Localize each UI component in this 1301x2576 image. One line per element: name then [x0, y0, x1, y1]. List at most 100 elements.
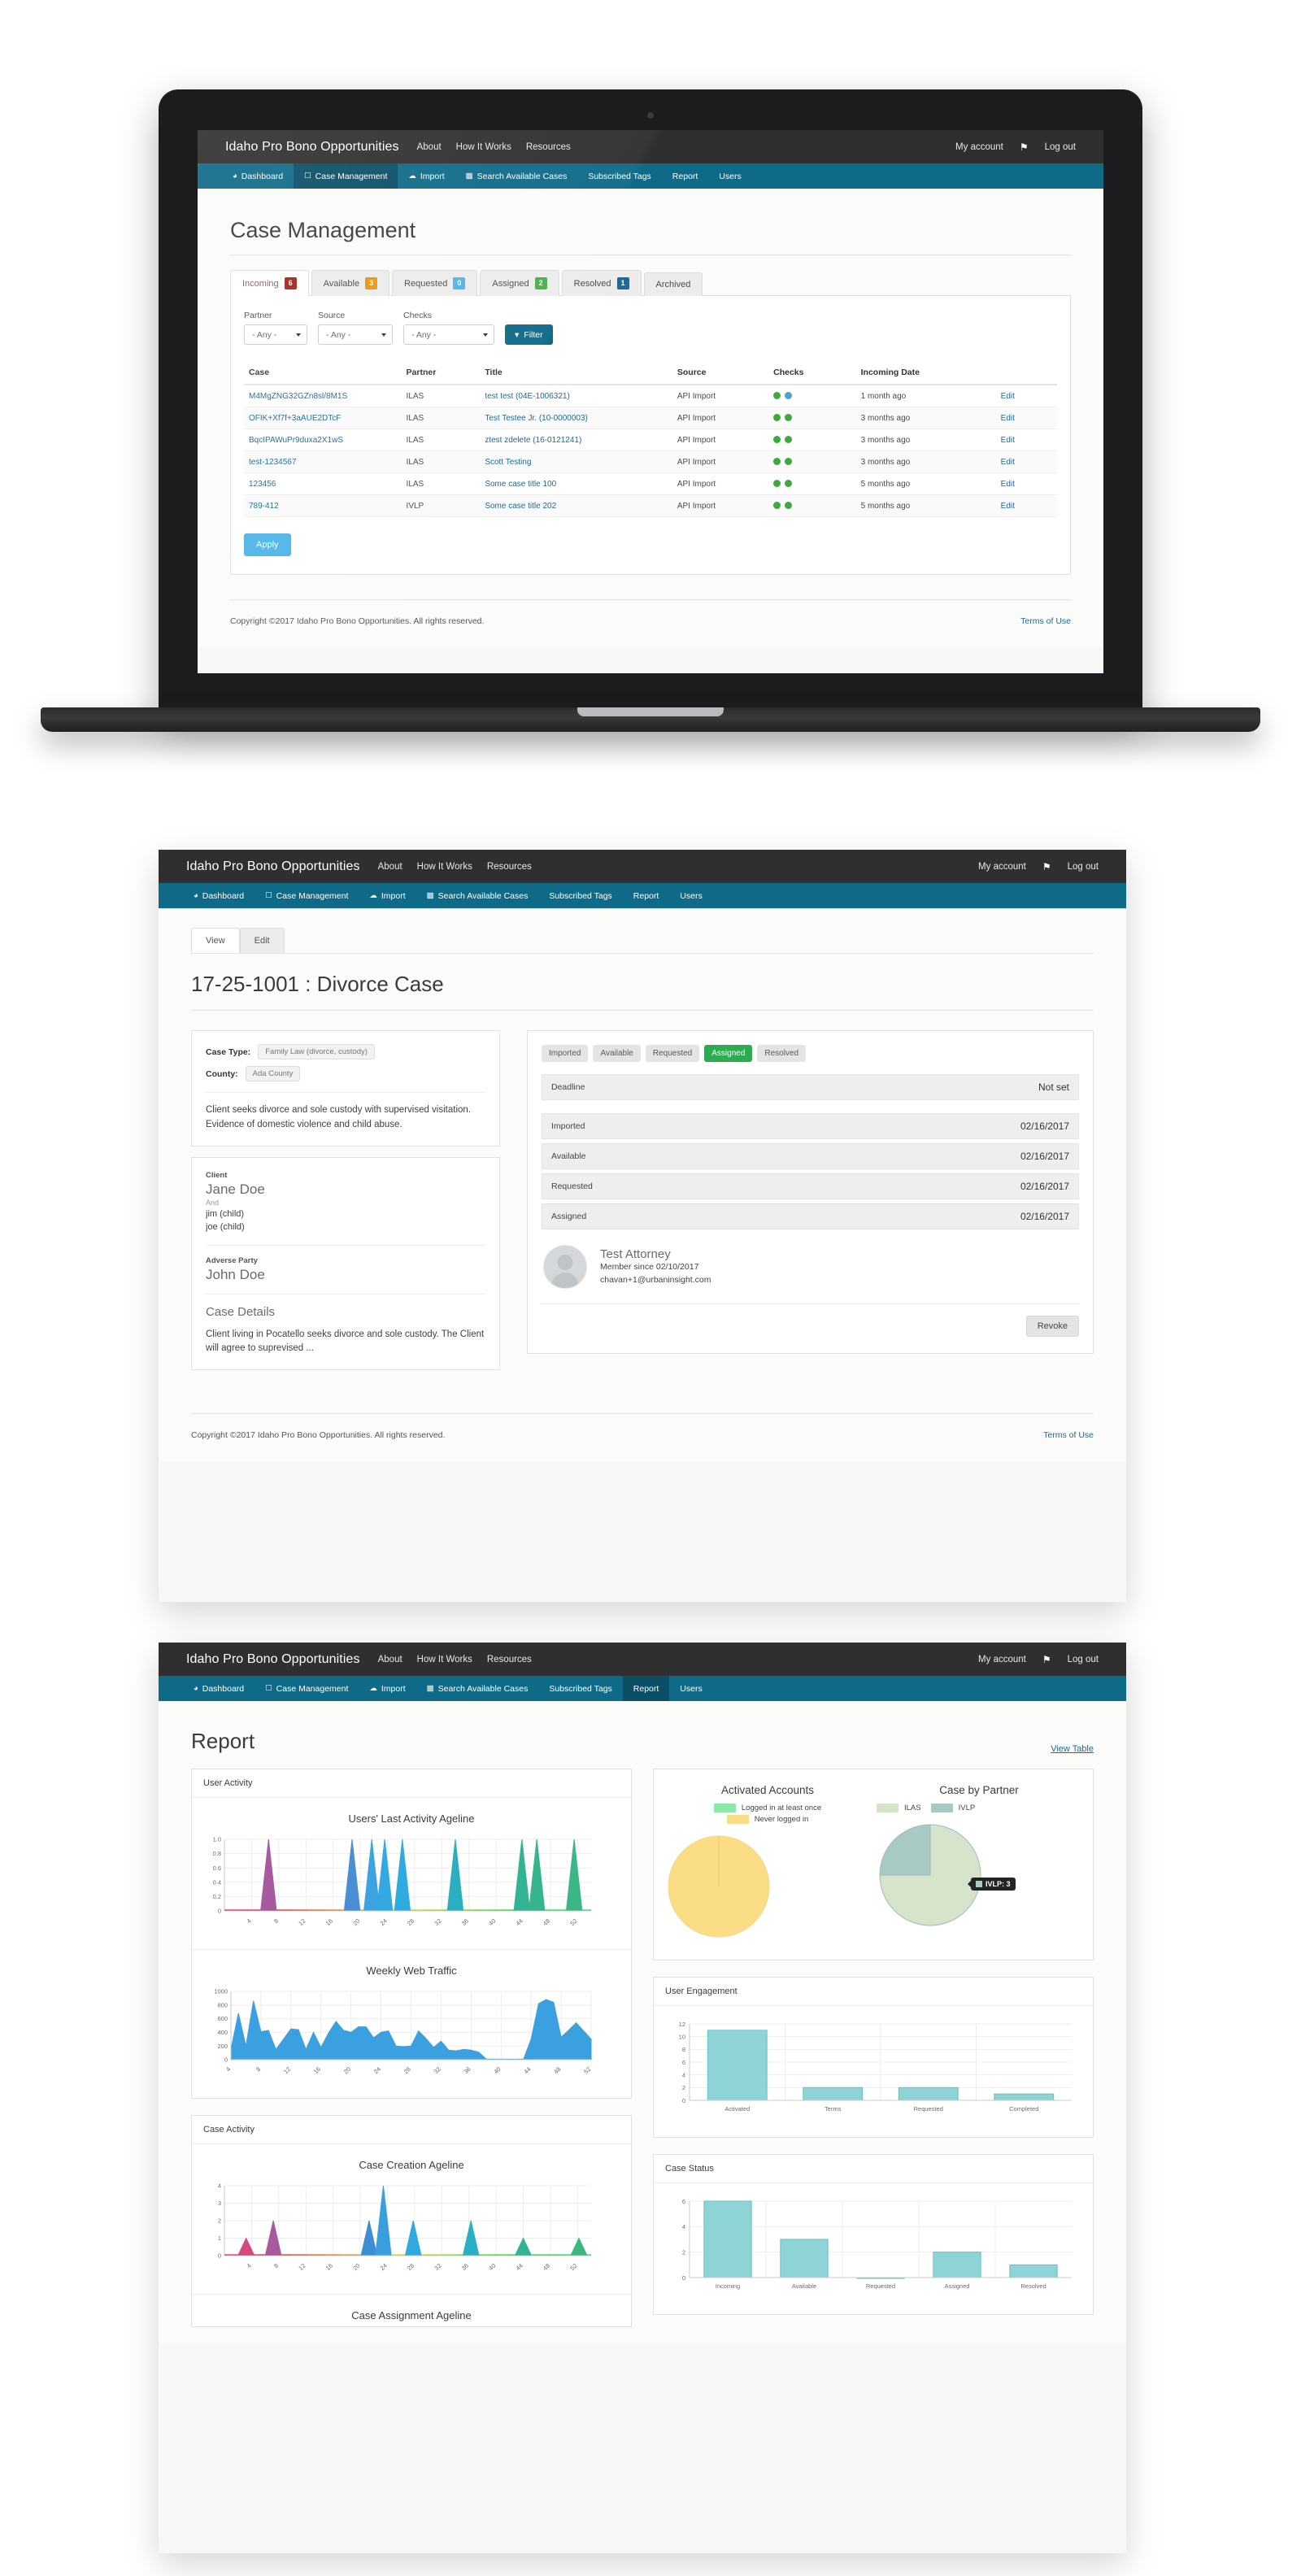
table-row[interactable]: BqcIPAWuPr9duxa2X1wS ILAS ztest zdelete (1… [244, 429, 1057, 451]
table-row[interactable]: test-1234567 ILAS Scott Testing API Import 3… [244, 450, 1057, 473]
case-link[interactable]: 123456 [249, 480, 276, 489]
th-case[interactable]: Case [244, 361, 402, 385]
tab-requested[interactable]: Requested 0 [392, 270, 478, 296]
nav-search-available-cases[interactable]: ▩ Search Available Cases [416, 883, 539, 908]
bell-icon[interactable]: ⚑ [1020, 141, 1029, 153]
apply-button[interactable]: Apply [244, 533, 291, 556]
nav-search-available-cases[interactable]: ▩ Search Available Cases [455, 163, 578, 189]
nav-report[interactable]: Report [662, 163, 709, 189]
case-title-link[interactable]: Test Testee Jr. (10-0000003) [485, 414, 588, 423]
source-filter-select[interactable]: - Any - [318, 324, 393, 345]
chart-activated-accounts-pie[interactable] [665, 1830, 870, 1947]
case-link[interactable]: M4MgZNG32GZn8sl/8M1S [249, 392, 347, 401]
tab-resolved[interactable]: Resolved 1 [561, 270, 642, 296]
th-title[interactable]: Title [480, 361, 672, 385]
nav-import[interactable]: ☁ Import [359, 883, 416, 908]
chart-case-status-bars[interactable]: 0 2 4 6 Incoming Available Requested Assigned Re… [665, 2193, 1081, 2301]
nav-report[interactable]: Report [622, 1676, 670, 1701]
logout-link[interactable]: Log out [1045, 142, 1076, 152]
partner-filter-select[interactable]: - Any - [244, 324, 307, 345]
nav-import[interactable]: ☁ Import [359, 1676, 416, 1701]
nav-subscribed-tags[interactable]: Subscribed Tags [538, 1676, 622, 1701]
chart-case-creation-ageline[interactable]: 0 1 2 3 4 4 8 12 16 20 24 28 32 36 40 44 48 52 [203, 2179, 620, 2281]
case-title-link[interactable]: Scott Testing [485, 458, 531, 467]
case-link[interactable]: OFIK+Xf7f+3aAUE2DTcF [249, 414, 341, 423]
tab-incoming[interactable]: Incoming 6 [230, 270, 309, 296]
table-row[interactable]: 789-412 IVLP Some case title 202 API Import… [244, 494, 1057, 517]
case-link[interactable]: test-1234567 [249, 458, 296, 467]
site-brand[interactable]: Idaho Pro Bono Opportunities [186, 859, 360, 874]
tab-available[interactable]: Available 3 [311, 270, 390, 296]
logout-link[interactable]: Log out [1068, 1655, 1099, 1664]
nav-case-management[interactable]: ☐ Case Management [255, 1676, 359, 1701]
bell-icon[interactable]: ⚑ [1042, 1654, 1051, 1665]
th-checks[interactable]: Checks [768, 361, 856, 385]
th-source[interactable]: Source [672, 361, 769, 385]
checks-filter-select[interactable]: - Any - [403, 324, 494, 345]
topnav-how-it-works[interactable]: How It Works [456, 142, 511, 152]
table-row[interactable]: M4MgZNG32GZn8sl/8M1S ILAS test test (04E-1… [244, 385, 1057, 407]
logout-link[interactable]: Log out [1068, 862, 1099, 872]
topnav-about[interactable]: About [378, 862, 402, 872]
nav-subscribed-tags[interactable]: Subscribed Tags [577, 163, 661, 189]
my-account-link[interactable]: My account [978, 862, 1026, 872]
tab-archived[interactable]: Archived [643, 272, 703, 296]
chart-user-engagement-bars[interactable]: 0 2 4 6 8 10 12 Activated Terms Requested Complete… [665, 2016, 1081, 2124]
site-brand[interactable]: Idaho Pro Bono Opportunities [225, 140, 399, 154]
my-account-link[interactable]: My account [978, 1655, 1026, 1664]
table-row[interactable]: OFIK+Xf7f+3aAUE2DTcF ILAS Test Testee Jr. … [244, 407, 1057, 429]
topnav-resources[interactable]: Resources [526, 142, 571, 152]
nav-users[interactable]: Users [708, 163, 751, 189]
topnav-how-it-works[interactable]: How It Works [417, 862, 472, 872]
chip-imported[interactable]: Imported [542, 1045, 589, 1062]
edit-link[interactable]: Edit [1001, 502, 1015, 511]
edit-link[interactable]: Edit [1001, 392, 1015, 401]
edit-link[interactable]: Edit [1001, 414, 1015, 423]
chip-requested[interactable]: Requested [645, 1045, 700, 1062]
terms-of-use-link[interactable]: Terms of Use [1043, 1430, 1094, 1440]
topnav-resources[interactable]: Resources [487, 862, 532, 872]
nav-search-available-cases[interactable]: ▩ Search Available Cases [416, 1676, 539, 1701]
view-table-link[interactable]: View Table [1051, 1744, 1094, 1754]
nav-report[interactable]: Report [623, 883, 670, 908]
topnav-about[interactable]: About [417, 142, 442, 152]
case-title-link[interactable]: Some case title 100 [485, 480, 556, 489]
nav-import[interactable]: ☁ Import [398, 163, 455, 189]
nav-case-management[interactable]: ☐ Case Management [294, 163, 398, 189]
filter-button[interactable]: ▾ Filter [505, 324, 553, 345]
nav-dashboard[interactable]: ◕ Dashboard [183, 1676, 255, 1701]
revoke-button[interactable]: Revoke [1025, 1316, 1079, 1337]
topnav-about[interactable]: About [378, 1655, 402, 1664]
site-brand[interactable]: Idaho Pro Bono Opportunities [186, 1652, 360, 1667]
nav-users[interactable]: Users [669, 1676, 712, 1701]
nav-dashboard[interactable]: ◕ Dashboard [222, 163, 294, 189]
case-link[interactable]: BqcIPAWuPr9duxa2X1wS [249, 436, 343, 445]
case-title-link[interactable]: ztest zdelete (16-0121241) [485, 436, 581, 445]
topnav-how-it-works[interactable]: How It Works [417, 1655, 472, 1664]
nav-subscribed-tags[interactable]: Subscribed Tags [538, 883, 622, 908]
edit-link[interactable]: Edit [1001, 480, 1015, 489]
case-link[interactable]: 789-412 [249, 502, 279, 511]
chart-weekly-web-traffic[interactable]: 0 200 400 600 800 1000 4 8 12 16 20 24 28 32 36 40 44 48 5… [203, 1985, 620, 2085]
th-incoming-date[interactable]: Incoming Date [855, 361, 996, 385]
chip-resolved[interactable]: Resolved [757, 1045, 807, 1062]
th-partner[interactable]: Partner [401, 361, 481, 385]
bell-icon[interactable]: ⚑ [1042, 861, 1051, 872]
nav-dashboard[interactable]: ◕ Dashboard [183, 883, 255, 908]
topnav-resources[interactable]: Resources [487, 1655, 532, 1664]
table-row[interactable]: 123456 ILAS Some case title 100 API Import 5… [244, 472, 1057, 495]
nav-case-management[interactable]: ☐ Case Management [255, 883, 359, 908]
chart-users-last-activity-ageline[interactable]: 0 0.2 0.4 0.6 0.8 1.0 4 8 12 16 20 24 28 32 36 40 44 48 52 [203, 1833, 620, 1936]
tab-edit[interactable]: Edit [239, 928, 285, 953]
tab-assigned[interactable]: Assigned 2 [480, 270, 559, 296]
chip-assigned[interactable]: Assigned [704, 1045, 753, 1062]
case-title-link[interactable]: Some case title 202 [485, 502, 556, 511]
terms-of-use-link[interactable]: Terms of Use [1020, 616, 1071, 626]
nav-users[interactable]: Users [669, 883, 712, 908]
chip-available[interactable]: Available [593, 1045, 641, 1062]
my-account-link[interactable]: My account [955, 142, 1003, 152]
tab-view[interactable]: View [191, 928, 240, 953]
edit-link[interactable]: Edit [1001, 436, 1015, 445]
edit-link[interactable]: Edit [1001, 458, 1015, 467]
case-title-link[interactable]: test test (04E-1006321) [485, 392, 570, 401]
